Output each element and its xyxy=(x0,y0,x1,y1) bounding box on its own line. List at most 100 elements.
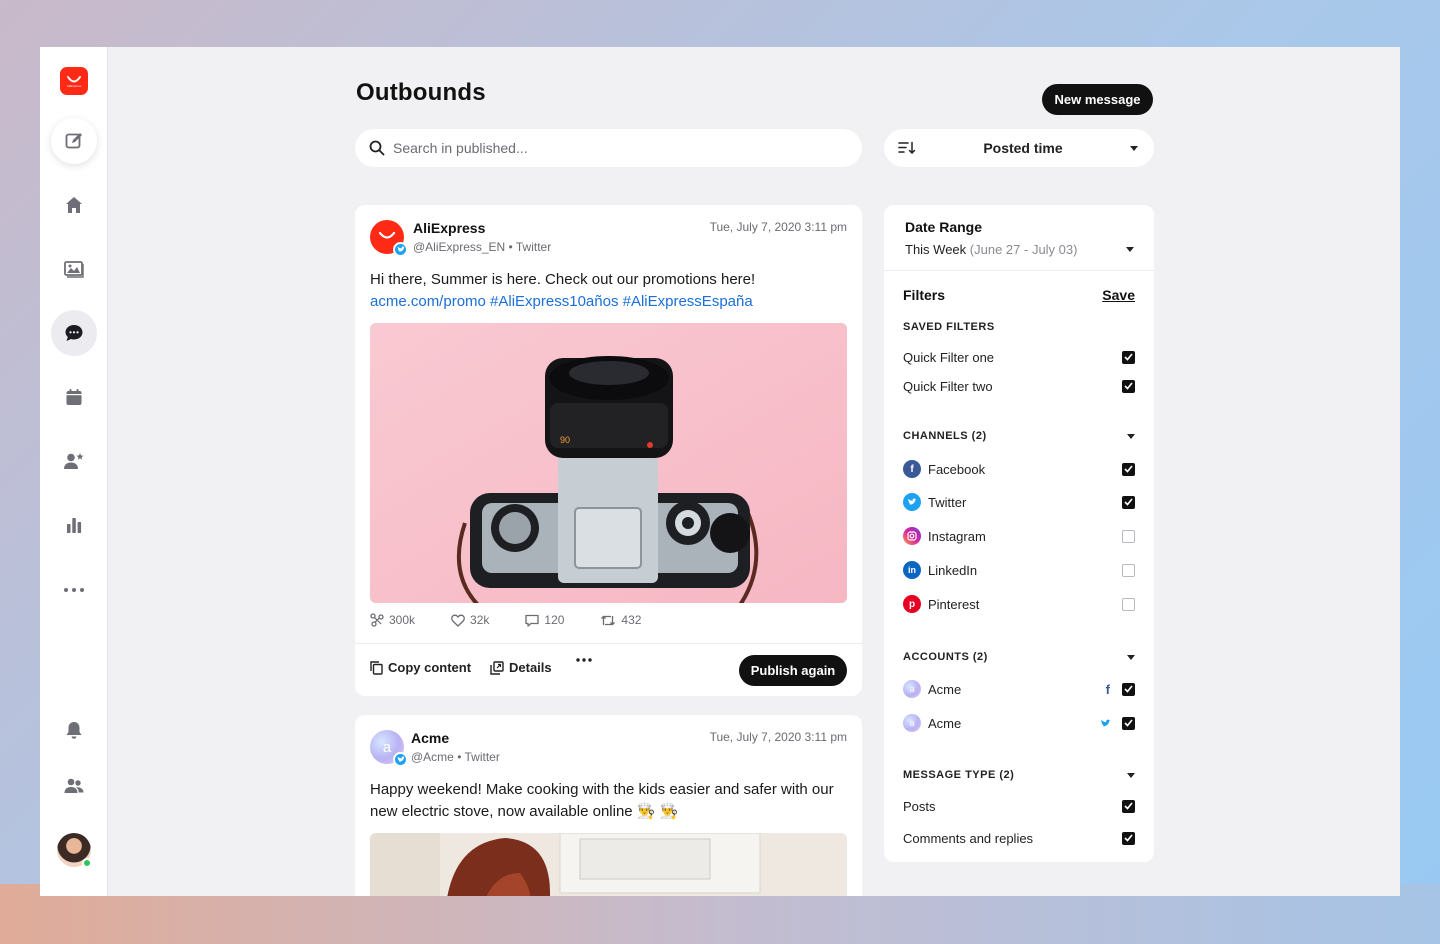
nav-analytics[interactable] xyxy=(51,502,97,548)
checkbox-unchecked[interactable] xyxy=(1122,563,1135,577)
online-status-dot xyxy=(82,858,92,868)
save-filters-link[interactable]: Save xyxy=(1102,287,1135,303)
chat-icon xyxy=(65,325,83,341)
nav-team[interactable] xyxy=(51,763,97,809)
account-avatar: a xyxy=(903,714,921,732)
nav-notifications[interactable] xyxy=(51,707,97,753)
message-type-label: Comments and replies xyxy=(903,830,1034,846)
more-options-button[interactable] xyxy=(575,657,593,663)
accounts-section-header[interactable]: ACCOUNTS (2) xyxy=(903,651,1135,663)
nav-home[interactable] xyxy=(51,182,97,228)
account-item[interactable]: a Acme xyxy=(903,713,1135,733)
checkbox-checked[interactable] xyxy=(1122,495,1135,509)
nav-calendar[interactable] xyxy=(51,374,97,420)
reach-stat: 300k xyxy=(370,613,415,627)
details-button[interactable]: Details xyxy=(490,660,552,675)
post-link[interactable]: acme.com/promo #AliExpress10años #AliExp… xyxy=(370,293,753,310)
publish-again-button[interactable]: Publish again xyxy=(739,655,847,686)
saved-filter-label: Quick Filter two xyxy=(903,378,993,394)
channel-item-pinterest[interactable]: p Pinterest xyxy=(903,594,1135,614)
bar-chart-icon xyxy=(67,518,82,533)
sort-icon xyxy=(898,141,916,155)
user-avatar[interactable] xyxy=(57,833,92,868)
compose-button[interactable] xyxy=(51,118,97,164)
channel-item-linkedin[interactable]: in LinkedIn xyxy=(903,560,1135,580)
search-icon xyxy=(369,140,385,156)
edit-icon xyxy=(65,133,82,149)
checkbox-checked[interactable] xyxy=(1122,716,1135,730)
twitter-icon xyxy=(903,493,921,511)
date-range-dropdown[interactable]: Date Range This Week (June 27 - July 03) xyxy=(884,205,1154,271)
post-author[interactable]: AliExpress xyxy=(413,220,485,236)
date-range-title: Date Range xyxy=(905,219,983,235)
channel-item-twitter[interactable]: Twitter xyxy=(903,492,1135,512)
calendar-icon xyxy=(66,389,82,405)
reach-icon xyxy=(370,613,384,627)
aliexpress-logo-icon xyxy=(378,231,396,239)
retweets-stat[interactable]: 432 xyxy=(600,613,641,627)
post-author[interactable]: Acme xyxy=(411,730,449,746)
message-type-item[interactable]: Posts xyxy=(903,796,1135,816)
instagram-icon xyxy=(903,527,921,545)
nav-more[interactable] xyxy=(51,567,97,613)
twitter-icon xyxy=(1100,719,1111,728)
saved-filters-title: SAVED FILTERS xyxy=(903,321,995,333)
comments-count: 120 xyxy=(544,613,565,627)
aliexpress-logo[interactable]: AliExpress xyxy=(60,67,88,95)
checkbox-checked[interactable] xyxy=(1122,682,1135,696)
post-avatar xyxy=(370,220,408,257)
sort-dropdown[interactable]: Posted time xyxy=(884,129,1154,167)
date-range-dates: (June 27 - July 03) xyxy=(969,242,1078,257)
checkbox-checked[interactable] xyxy=(1122,799,1135,813)
post-image-kitchen[interactable] xyxy=(370,833,847,896)
account-item[interactable]: a Acme f xyxy=(903,679,1135,699)
filters-title: Filters xyxy=(903,287,946,303)
checkbox-checked[interactable] xyxy=(1122,462,1135,476)
likes-stat[interactable]: 32k xyxy=(451,613,489,627)
facebook-icon: f xyxy=(903,460,921,478)
reach-count: 300k xyxy=(389,613,416,627)
channel-item-facebook[interactable]: f Facebook xyxy=(903,459,1135,479)
checkbox-checked[interactable] xyxy=(1122,831,1135,845)
twitter-badge-icon xyxy=(393,242,408,257)
post-actions: Copy content Details Publish again xyxy=(355,643,862,696)
saved-filter-item[interactable]: Quick Filter one xyxy=(903,347,1135,367)
more-icon xyxy=(576,658,592,662)
search-input[interactable] xyxy=(393,140,833,156)
post-avatar: a xyxy=(370,730,408,767)
post-image-camera[interactable]: 90 xyxy=(370,323,847,603)
message-type-section-header[interactable]: MESSAGE TYPE (2) xyxy=(903,769,1135,781)
post-handle: @AliExpress_EN • Twitter xyxy=(413,240,552,254)
channels-section-header[interactable]: CHANNELS (2) xyxy=(903,430,1135,442)
channel-item-instagram[interactable]: Instagram xyxy=(903,526,1135,546)
sidebar: AliExpress xyxy=(40,47,108,896)
comments-stat[interactable]: 120 xyxy=(525,613,564,627)
saved-filter-item[interactable]: Quick Filter two xyxy=(903,376,1135,396)
details-label: Details xyxy=(509,660,552,675)
heart-icon xyxy=(451,614,465,627)
nav-media[interactable] xyxy=(51,246,97,292)
saved-filter-label: Quick Filter one xyxy=(903,349,995,365)
checkbox-checked[interactable] xyxy=(1122,379,1135,393)
channel-label: Pinterest xyxy=(928,596,980,612)
facebook-icon: f xyxy=(1105,681,1110,697)
message-type-item[interactable]: Comments and replies xyxy=(903,828,1135,848)
nav-messages[interactable] xyxy=(51,310,97,356)
nav-contacts[interactable] xyxy=(51,438,97,484)
post-text: Hi there, Summer is here. Check out our … xyxy=(370,269,850,313)
post-body: Happy weekend! Make cooking with the kid… xyxy=(370,781,834,820)
chevron-down-icon xyxy=(1127,772,1135,778)
copy-content-button[interactable]: Copy content xyxy=(370,660,471,675)
checkbox-unchecked[interactable] xyxy=(1122,597,1135,611)
channels-title: CHANNELS (2) xyxy=(903,430,987,442)
search-bar[interactable] xyxy=(355,129,862,167)
checkbox-unchecked[interactable] xyxy=(1122,529,1135,543)
checkbox-checked[interactable] xyxy=(1122,350,1135,364)
message-type-title: MESSAGE TYPE (2) xyxy=(903,769,1015,781)
post-handle: @Acme • Twitter xyxy=(411,750,500,764)
post-stats: 300k 32k 120 432 xyxy=(370,613,677,627)
accounts-title: ACCOUNTS (2) xyxy=(903,651,988,663)
channel-label: Twitter xyxy=(928,494,967,510)
post-card: a Acme @Acme • Twitter Tue, July 7, 2020… xyxy=(355,715,862,896)
new-message-button[interactable]: New message xyxy=(1042,84,1153,115)
